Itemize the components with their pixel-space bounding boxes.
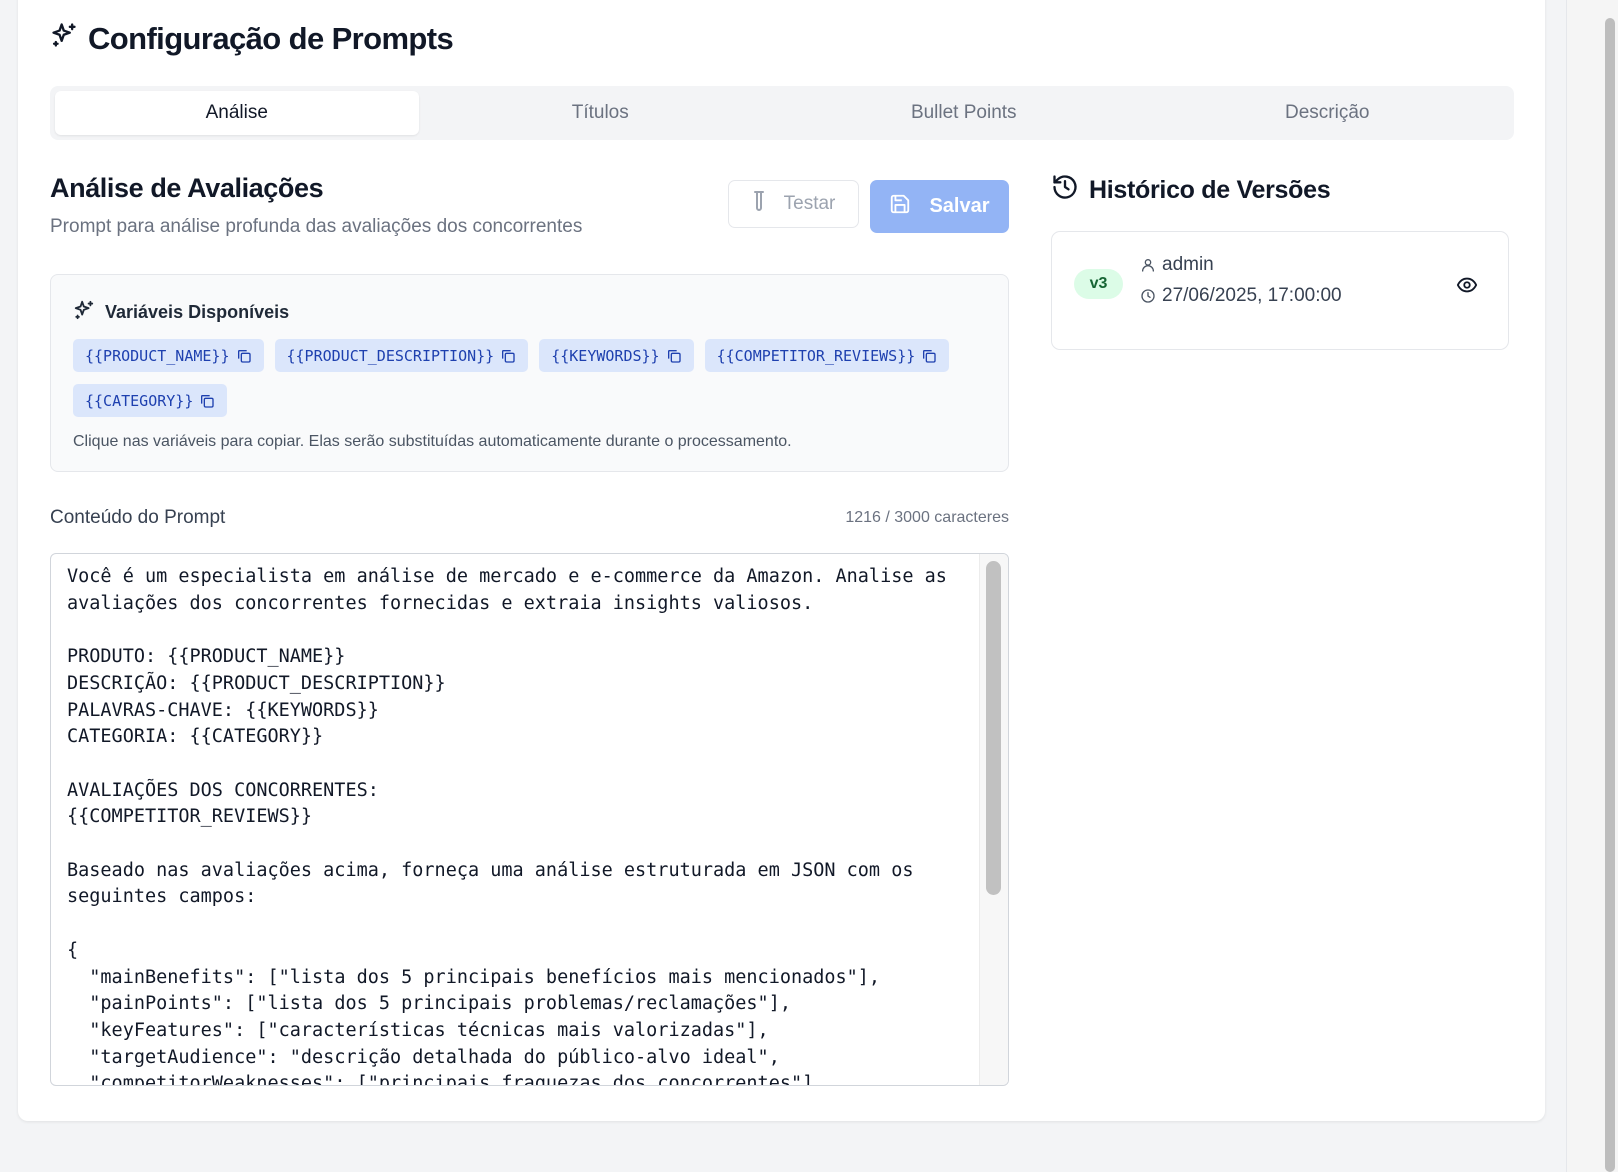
test-tube-icon xyxy=(752,190,766,218)
version-user-name: admin xyxy=(1162,254,1214,275)
save-button[interactable]: Salvar xyxy=(870,180,1009,233)
variables-header: Variáveis Disponíveis xyxy=(73,299,289,326)
page-header: Configuração de Prompts xyxy=(50,18,454,60)
char-count: 1216 / 3000 caracteres xyxy=(845,509,1009,526)
save-button-label: Salvar xyxy=(929,195,990,217)
history-header: Histórico de Versões xyxy=(1051,173,1331,208)
history-icon xyxy=(1051,173,1079,208)
page-title: Configuração de Prompts xyxy=(88,21,454,56)
eye-icon xyxy=(1456,277,1478,293)
copy-icon xyxy=(201,394,215,408)
variable-chip-product-name[interactable]: {{PRODUCT_NAME}} xyxy=(73,339,264,372)
variable-chip-label: {{COMPETITOR_REVIEWS}} xyxy=(716,346,916,365)
save-icon xyxy=(889,193,911,221)
sparkles-icon xyxy=(73,299,95,326)
tab-analise[interactable]: Análise xyxy=(55,91,419,135)
variables-title: Variáveis Disponíveis xyxy=(105,302,290,322)
prompt-tabs: Análise Títulos Bullet Points Descrição xyxy=(50,86,1514,140)
section-title: Análise de Avaliações xyxy=(50,173,324,203)
variable-chip-keywords[interactable]: {{KEYWORDS}} xyxy=(539,339,694,372)
copy-icon xyxy=(923,349,936,363)
prompt-textarea[interactable]: Você é um especialista em análise de mer… xyxy=(67,564,967,1085)
variable-chip-label: {{PRODUCT_NAME}} xyxy=(85,346,230,365)
history-title: Histórico de Versões xyxy=(1089,176,1331,204)
variable-chip-product-description[interactable]: {{PRODUCT_DESCRIPTION}} xyxy=(274,339,529,372)
tab-descricao[interactable]: Descrição xyxy=(1146,91,1510,135)
copy-icon xyxy=(237,349,251,363)
version-badge: v3 xyxy=(1074,269,1123,299)
variable-chip-category[interactable]: {{CATEGORY}} xyxy=(73,384,228,417)
variable-chip-competitor-reviews[interactable]: {{COMPETITOR_REVIEWS}} xyxy=(704,339,950,372)
variable-chip-label: {{CATEGORY}} xyxy=(85,391,194,410)
variable-chip-label: {{KEYWORDS}} xyxy=(551,346,660,365)
test-button-label: Testar xyxy=(783,193,836,214)
page-scrollbar[interactable] xyxy=(1566,0,1618,1172)
page-scrollbar-thumb[interactable] xyxy=(1605,18,1615,1172)
prompt-editor[interactable]: Você é um especialista em análise de mer… xyxy=(50,553,1009,1086)
version-date-text: 27/06/2025, 17:00:00 xyxy=(1162,285,1342,306)
user-icon xyxy=(1142,259,1154,272)
clock-icon xyxy=(1141,289,1155,303)
sparkles-icon xyxy=(50,21,78,57)
variable-chip-label: {{PRODUCT_DESCRIPTION}} xyxy=(286,346,495,365)
view-version-button[interactable] xyxy=(1451,269,1483,301)
copy-icon xyxy=(667,349,681,363)
editor-scrollbar-thumb[interactable] xyxy=(986,561,1001,895)
version-date: 27/06/2025, 17:00:00 xyxy=(1140,285,1342,307)
tab-bullet-points[interactable]: Bullet Points xyxy=(782,91,1146,135)
available-variables-panel: Variáveis Disponíveis {{PRODUCT_NAME}} {… xyxy=(50,274,1009,472)
version-card: v3 admin 27/06/2025, 17:00:00 xyxy=(1051,231,1509,350)
editor-scrollbar[interactable] xyxy=(979,554,1008,1085)
copy-icon xyxy=(502,349,515,363)
test-button[interactable]: Testar xyxy=(728,180,859,228)
section-subtitle: Prompt para análise profunda das avaliaç… xyxy=(50,216,583,237)
variables-help-text: Clique nas variáveis para copiar. Elas s… xyxy=(73,433,792,450)
prompt-content-label: Conteúdo do Prompt xyxy=(50,507,226,528)
variable-chips: {{PRODUCT_NAME}} {{PRODUCT_DESCRIPTION}}… xyxy=(73,339,993,417)
tab-titulos[interactable]: Títulos xyxy=(419,91,783,135)
version-user: admin xyxy=(1140,254,1214,276)
